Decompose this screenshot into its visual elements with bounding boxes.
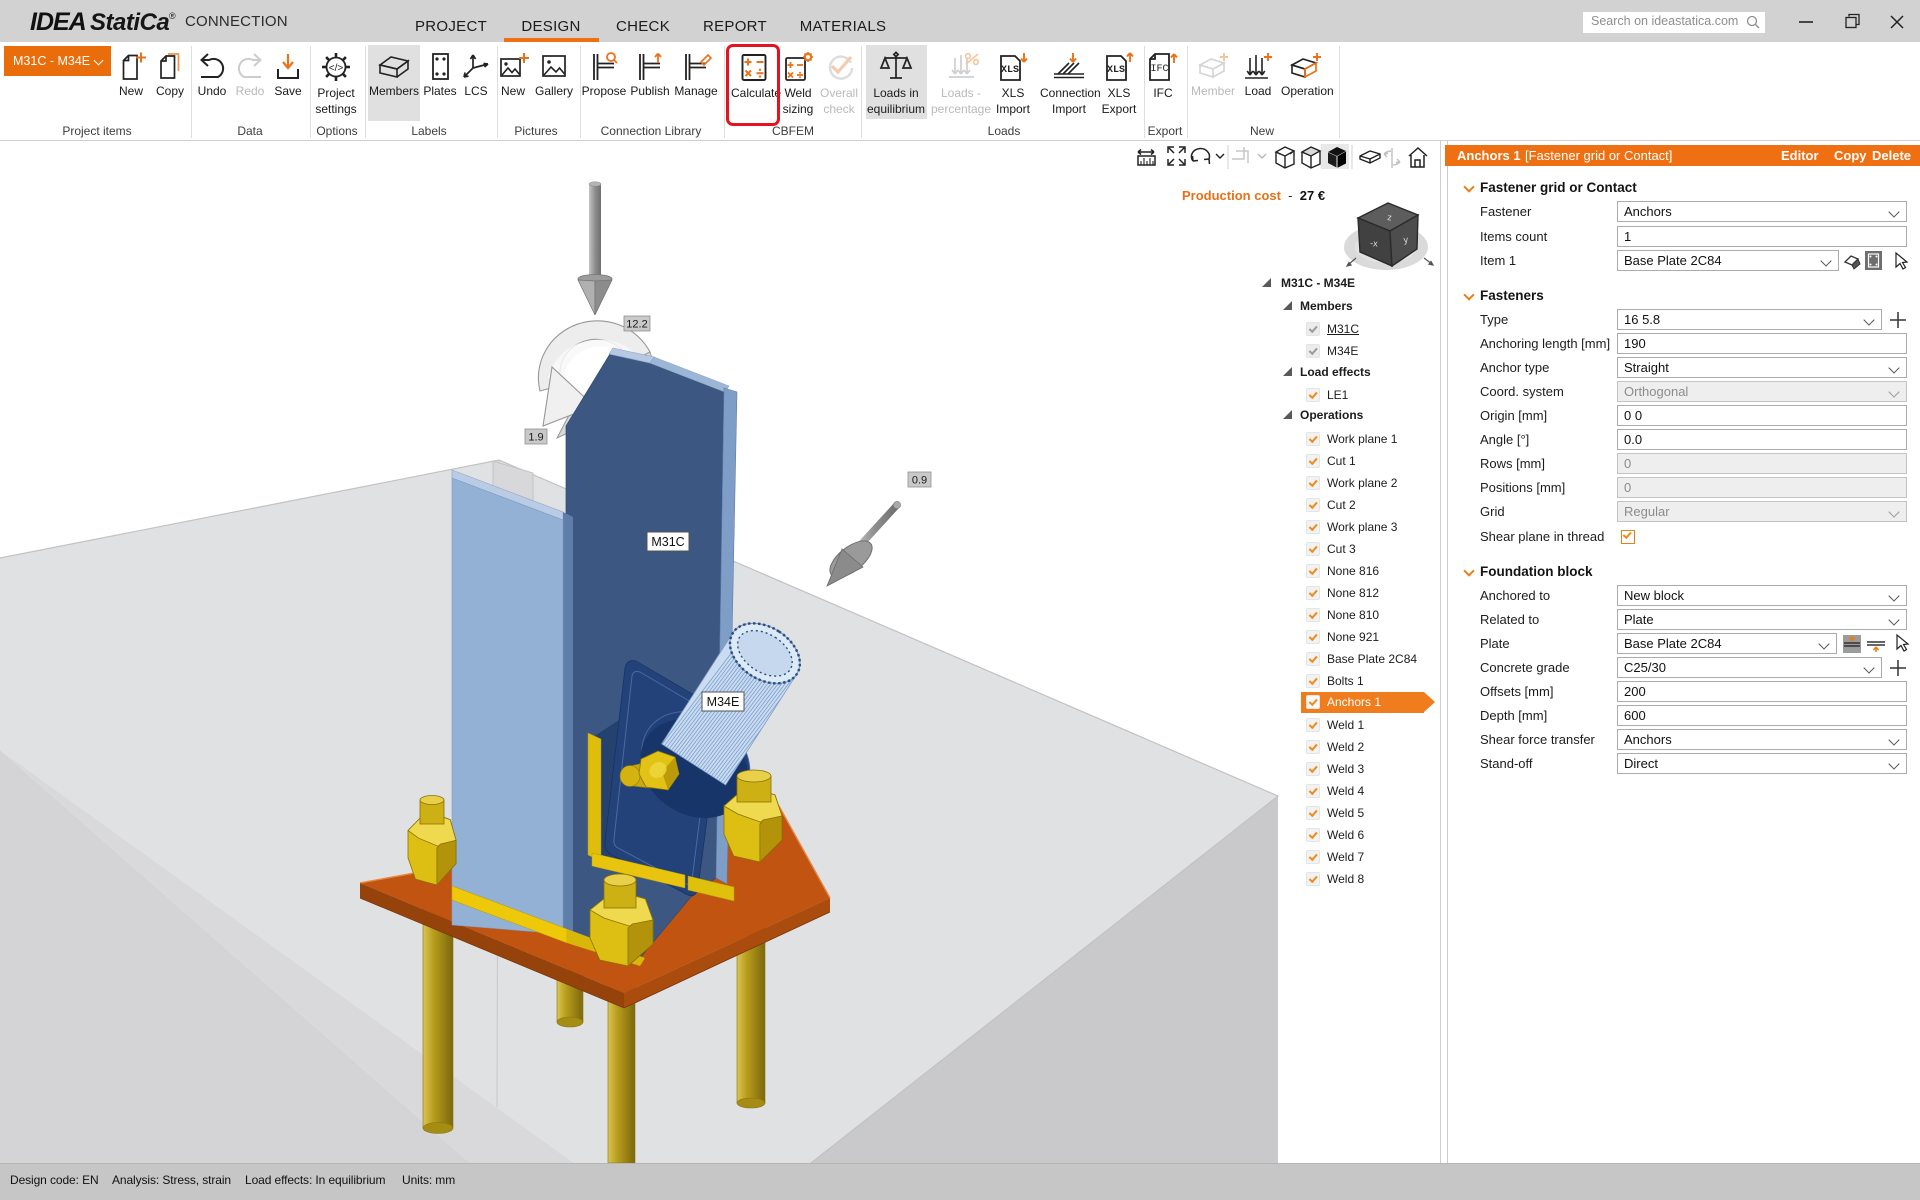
svg-text:®: ® (169, 11, 176, 21)
svg-text:IDEA: IDEA (30, 9, 86, 35)
svg-text:-x: -x (1370, 238, 1379, 249)
svg-text:12.2: 12.2 (626, 319, 647, 331)
svg-text:StatiCa: StatiCa (90, 9, 169, 35)
svg-text:XLS: XLS (1001, 65, 1019, 76)
svg-text:</>: </> (329, 63, 344, 74)
svg-text:IFC: IFC (1150, 64, 1168, 75)
svg-text:M34E: M34E (707, 695, 740, 709)
svg-text:M31C: M31C (651, 535, 684, 549)
svg-text:1.9: 1.9 (528, 432, 543, 444)
svg-text:XLS: XLS (1107, 65, 1125, 76)
svg-text:0.9: 0.9 (912, 475, 927, 487)
